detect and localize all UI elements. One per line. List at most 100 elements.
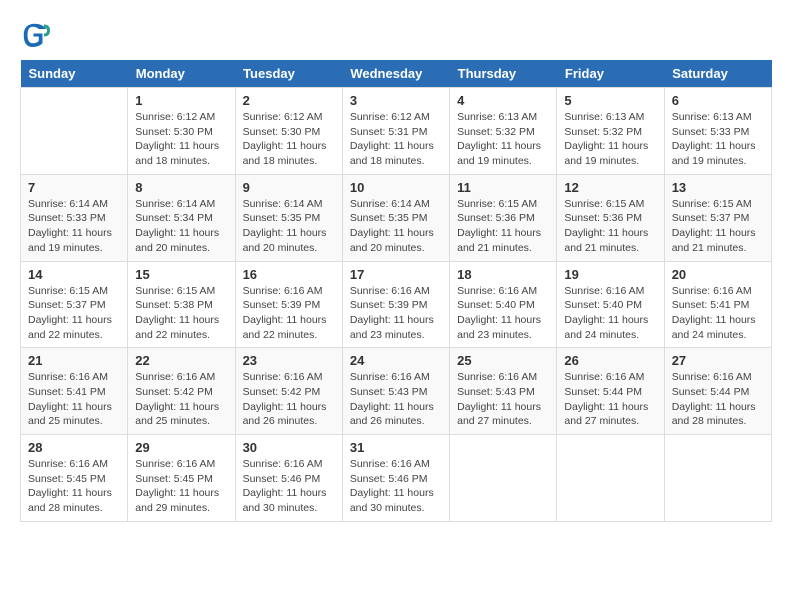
day-info: Sunrise: 6:12 AM Sunset: 5:30 PM Dayligh… — [135, 110, 227, 169]
calendar-cell: 28 Sunrise: 6:16 AM Sunset: 5:45 PM Dayli… — [21, 435, 128, 522]
day-info: Sunrise: 6:14 AM Sunset: 5:34 PM Dayligh… — [135, 197, 227, 256]
day-number: 3 — [350, 93, 442, 108]
calendar-cell: 22 Sunrise: 6:16 AM Sunset: 5:42 PM Dayli… — [128, 348, 235, 435]
day-header-sunday: Sunday — [21, 60, 128, 88]
day-info: Sunrise: 6:16 AM Sunset: 5:42 PM Dayligh… — [135, 370, 227, 429]
day-header-wednesday: Wednesday — [342, 60, 449, 88]
day-number: 8 — [135, 180, 227, 195]
day-info: Sunrise: 6:14 AM Sunset: 5:35 PM Dayligh… — [350, 197, 442, 256]
day-info: Sunrise: 6:16 AM Sunset: 5:44 PM Dayligh… — [672, 370, 764, 429]
calendar-cell — [557, 435, 664, 522]
day-info: Sunrise: 6:16 AM Sunset: 5:40 PM Dayligh… — [457, 284, 549, 343]
day-info: Sunrise: 6:16 AM Sunset: 5:39 PM Dayligh… — [243, 284, 335, 343]
calendar-cell: 23 Sunrise: 6:16 AM Sunset: 5:42 PM Dayli… — [235, 348, 342, 435]
calendar-cell: 16 Sunrise: 6:16 AM Sunset: 5:39 PM Dayli… — [235, 261, 342, 348]
calendar-cell: 2Sunrise: 6:12 AM Sunset: 5:30 PM Daylig… — [235, 88, 342, 175]
calendar-cell: 9 Sunrise: 6:14 AM Sunset: 5:35 PM Daylig… — [235, 174, 342, 261]
day-number: 18 — [457, 267, 549, 282]
day-number: 22 — [135, 353, 227, 368]
calendar-cell: 24 Sunrise: 6:16 AM Sunset: 5:43 PM Dayli… — [342, 348, 449, 435]
day-number: 27 — [672, 353, 764, 368]
day-number: 5 — [564, 93, 656, 108]
day-number: 28 — [28, 440, 120, 455]
calendar-cell: 29 Sunrise: 6:16 AM Sunset: 5:45 PM Dayli… — [128, 435, 235, 522]
day-number: 1 — [135, 93, 227, 108]
day-number: 17 — [350, 267, 442, 282]
day-info: Sunrise: 6:15 AM Sunset: 5:38 PM Dayligh… — [135, 284, 227, 343]
day-number: 24 — [350, 353, 442, 368]
calendar-cell: 13Sunrise: 6:15 AM Sunset: 5:37 PM Dayli… — [664, 174, 771, 261]
calendar-cell: 5Sunrise: 6:13 AM Sunset: 5:32 PM Daylig… — [557, 88, 664, 175]
calendar-cell: 8 Sunrise: 6:14 AM Sunset: 5:34 PM Daylig… — [128, 174, 235, 261]
day-header-thursday: Thursday — [450, 60, 557, 88]
calendar-cell: 21Sunrise: 6:16 AM Sunset: 5:41 PM Dayli… — [21, 348, 128, 435]
calendar-week-2: 7Sunrise: 6:14 AM Sunset: 5:33 PM Daylig… — [21, 174, 772, 261]
calendar-cell: 25 Sunrise: 6:16 AM Sunset: 5:43 PM Dayli… — [450, 348, 557, 435]
day-number: 21 — [28, 353, 120, 368]
calendar-cell: 10 Sunrise: 6:14 AM Sunset: 5:35 PM Dayli… — [342, 174, 449, 261]
day-number: 14 — [28, 267, 120, 282]
day-number: 26 — [564, 353, 656, 368]
day-info: Sunrise: 6:16 AM Sunset: 5:42 PM Dayligh… — [243, 370, 335, 429]
calendar-cell: 4Sunrise: 6:13 AM Sunset: 5:32 PM Daylig… — [450, 88, 557, 175]
calendar-week-1: 1 Sunrise: 6:12 AM Sunset: 5:30 PM Daylig… — [21, 88, 772, 175]
day-info: Sunrise: 6:15 AM Sunset: 5:37 PM Dayligh… — [28, 284, 120, 343]
calendar-cell: 27 Sunrise: 6:16 AM Sunset: 5:44 PM Dayli… — [664, 348, 771, 435]
day-info: Sunrise: 6:15 AM Sunset: 5:36 PM Dayligh… — [564, 197, 656, 256]
calendar-cell: 19 Sunrise: 6:16 AM Sunset: 5:40 PM Dayli… — [557, 261, 664, 348]
logo — [20, 20, 52, 50]
calendar-cell: 1 Sunrise: 6:12 AM Sunset: 5:30 PM Daylig… — [128, 88, 235, 175]
day-number: 9 — [243, 180, 335, 195]
calendar-cell: 17 Sunrise: 6:16 AM Sunset: 5:39 PM Dayli… — [342, 261, 449, 348]
day-info: Sunrise: 6:16 AM Sunset: 5:45 PM Dayligh… — [28, 457, 120, 516]
day-number: 20 — [672, 267, 764, 282]
calendar-week-4: 21Sunrise: 6:16 AM Sunset: 5:41 PM Dayli… — [21, 348, 772, 435]
day-number: 23 — [243, 353, 335, 368]
day-header-saturday: Saturday — [664, 60, 771, 88]
day-info: Sunrise: 6:16 AM Sunset: 5:39 PM Dayligh… — [350, 284, 442, 343]
day-info: Sunrise: 6:16 AM Sunset: 5:45 PM Dayligh… — [135, 457, 227, 516]
day-number: 29 — [135, 440, 227, 455]
page-header — [20, 20, 772, 50]
day-info: Sunrise: 6:16 AM Sunset: 5:43 PM Dayligh… — [457, 370, 549, 429]
day-info: Sunrise: 6:14 AM Sunset: 5:33 PM Dayligh… — [28, 197, 120, 256]
day-number: 25 — [457, 353, 549, 368]
calendar-week-3: 14 Sunrise: 6:15 AM Sunset: 5:37 PM Dayli… — [21, 261, 772, 348]
calendar-cell: 6 Sunrise: 6:13 AM Sunset: 5:33 PM Daylig… — [664, 88, 771, 175]
day-number: 12 — [564, 180, 656, 195]
calendar-cell — [450, 435, 557, 522]
calendar-cell — [21, 88, 128, 175]
day-header-tuesday: Tuesday — [235, 60, 342, 88]
calendar-cell: 31Sunrise: 6:16 AM Sunset: 5:46 PM Dayli… — [342, 435, 449, 522]
day-number: 6 — [672, 93, 764, 108]
day-info: Sunrise: 6:16 AM Sunset: 5:46 PM Dayligh… — [243, 457, 335, 516]
calendar-cell: 3 Sunrise: 6:12 AM Sunset: 5:31 PM Daylig… — [342, 88, 449, 175]
calendar-week-5: 28 Sunrise: 6:16 AM Sunset: 5:45 PM Dayli… — [21, 435, 772, 522]
day-info: Sunrise: 6:13 AM Sunset: 5:33 PM Dayligh… — [672, 110, 764, 169]
day-header-friday: Friday — [557, 60, 664, 88]
calendar-cell: 30 Sunrise: 6:16 AM Sunset: 5:46 PM Dayli… — [235, 435, 342, 522]
day-info: Sunrise: 6:12 AM Sunset: 5:30 PM Dayligh… — [243, 110, 335, 169]
calendar-header-row: SundayMondayTuesdayWednesdayThursdayFrid… — [21, 60, 772, 88]
day-info: Sunrise: 6:12 AM Sunset: 5:31 PM Dayligh… — [350, 110, 442, 169]
day-number: 10 — [350, 180, 442, 195]
day-info: Sunrise: 6:15 AM Sunset: 5:37 PM Dayligh… — [672, 197, 764, 256]
calendar-cell: 26Sunrise: 6:16 AM Sunset: 5:44 PM Dayli… — [557, 348, 664, 435]
calendar-body: 1 Sunrise: 6:12 AM Sunset: 5:30 PM Daylig… — [21, 88, 772, 522]
calendar-cell: 12 Sunrise: 6:15 AM Sunset: 5:36 PM Dayli… — [557, 174, 664, 261]
calendar-cell: 7Sunrise: 6:14 AM Sunset: 5:33 PM Daylig… — [21, 174, 128, 261]
day-info: Sunrise: 6:16 AM Sunset: 5:43 PM Dayligh… — [350, 370, 442, 429]
calendar-cell: 14 Sunrise: 6:15 AM Sunset: 5:37 PM Dayli… — [21, 261, 128, 348]
day-number: 30 — [243, 440, 335, 455]
day-info: Sunrise: 6:14 AM Sunset: 5:35 PM Dayligh… — [243, 197, 335, 256]
day-number: 15 — [135, 267, 227, 282]
day-info: Sunrise: 6:16 AM Sunset: 5:40 PM Dayligh… — [564, 284, 656, 343]
day-info: Sunrise: 6:16 AM Sunset: 5:41 PM Dayligh… — [672, 284, 764, 343]
day-info: Sunrise: 6:16 AM Sunset: 5:46 PM Dayligh… — [350, 457, 442, 516]
day-header-monday: Monday — [128, 60, 235, 88]
day-number: 16 — [243, 267, 335, 282]
day-number: 19 — [564, 267, 656, 282]
day-info: Sunrise: 6:15 AM Sunset: 5:36 PM Dayligh… — [457, 197, 549, 256]
calendar-cell — [664, 435, 771, 522]
calendar-cell: 15 Sunrise: 6:15 AM Sunset: 5:38 PM Dayli… — [128, 261, 235, 348]
